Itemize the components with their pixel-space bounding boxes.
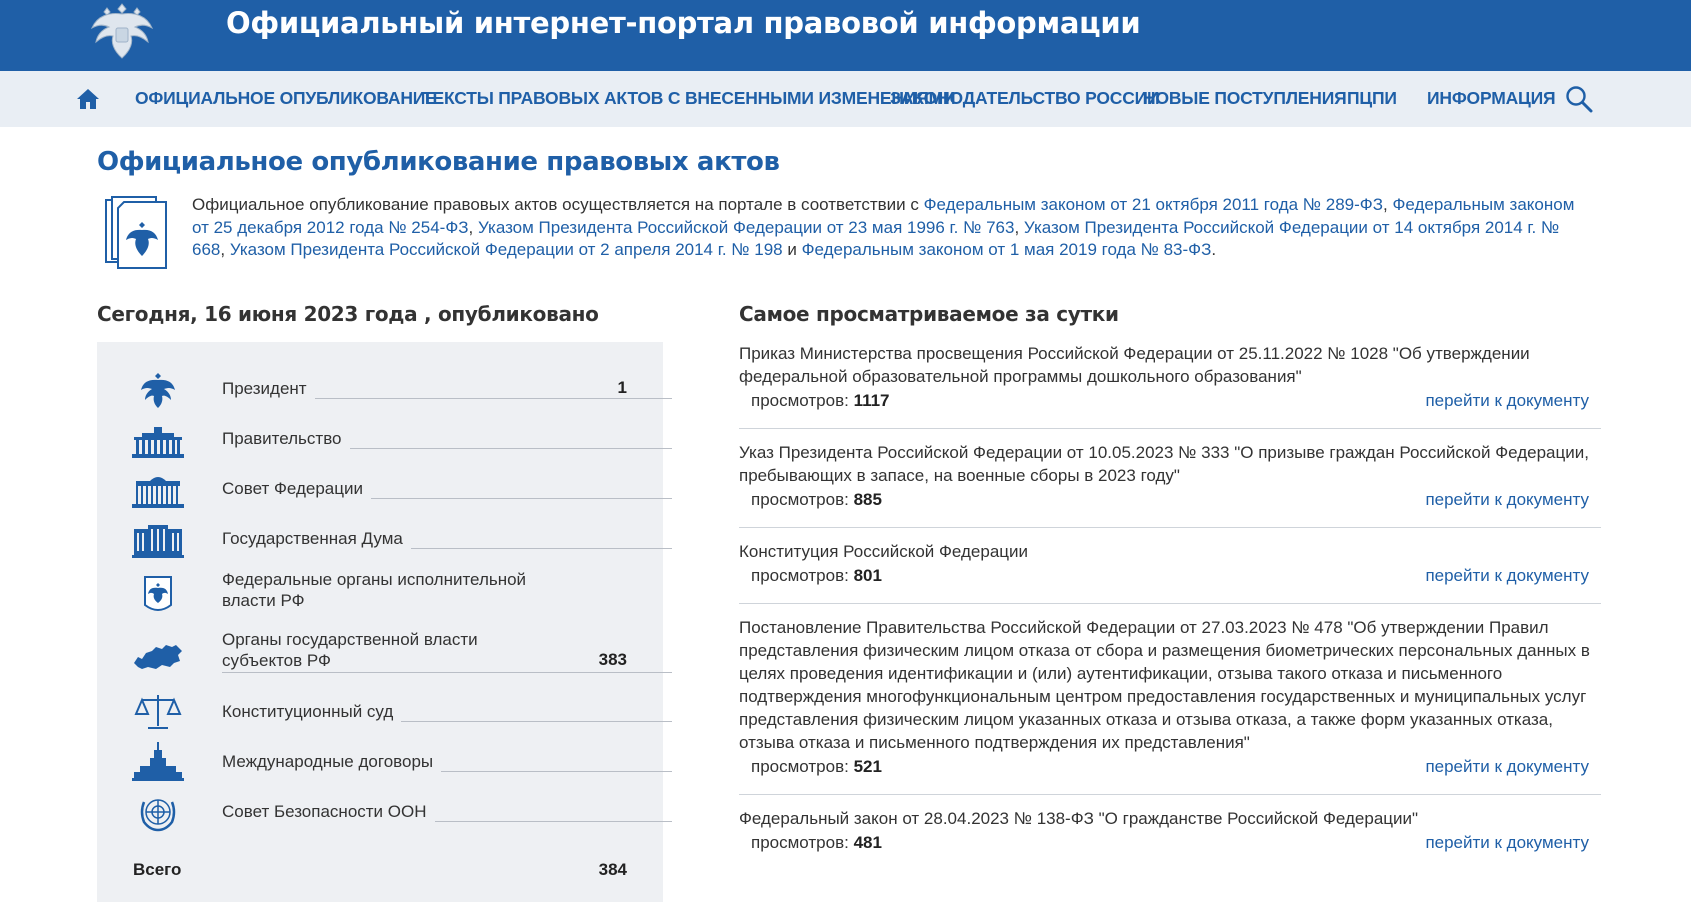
authority-row-un-security-council[interactable]: Совет Безопасности ООН — [97, 792, 672, 838]
views-count: просмотров: 885 — [751, 490, 882, 510]
scales-icon — [134, 695, 182, 729]
separator: , — [1014, 217, 1024, 237]
authority-label: Государственная Дума — [222, 528, 411, 549]
list-item: Федеральный закон от 28.04.2023 № 138-ФЗ… — [739, 807, 1601, 870]
views-count: просмотров: 481 — [751, 833, 882, 853]
views-label: просмотров: — [751, 833, 854, 852]
federation-council-building-icon — [132, 477, 184, 508]
list-item: Указ Президента Российской Федерации от … — [739, 441, 1601, 528]
document-meta: просмотров: 521 перейти к документу — [739, 756, 1601, 780]
today-title: Сегодня, 16 июня 2023 года , опубликован… — [97, 302, 599, 326]
go-to-document-link[interactable]: перейти к документу — [1425, 833, 1589, 853]
authority-row-president[interactable]: Президент 1 — [97, 369, 672, 415]
views-count: просмотров: 521 — [751, 757, 882, 777]
popular-title: Самое просматриваемое за сутки — [739, 302, 1119, 326]
authority-row-government[interactable]: Правительство — [97, 419, 672, 465]
document-title[interactable]: Федеральный закон от 28.04.2023 № 138-ФЗ… — [739, 807, 1601, 830]
nav-new-arrivals[interactable]: Новые поступления — [1143, 88, 1347, 109]
state-duma-building-icon — [132, 525, 184, 558]
un-emblem-icon — [140, 799, 176, 832]
separator: и — [782, 240, 802, 259]
authority-label: Органы государственной власти субъектов … — [222, 629, 522, 671]
separator: . — [1211, 240, 1217, 259]
main-nav: Официальное опубликование Тексты правовы… — [0, 71, 1691, 127]
law-link-289[interactable]: Федеральным законом от 21 октября 2011 г… — [924, 195, 1383, 214]
authority-row-constitutional-court[interactable]: Конституционный суд — [97, 692, 672, 738]
government-building-icon — [132, 427, 184, 458]
document-meta: просмотров: 885 перейти к документу — [739, 489, 1601, 513]
authority-count: 383 — [598, 650, 627, 669]
decree-link-763[interactable]: Указом Президента Российской Федерации о… — [478, 218, 1014, 237]
russia-map-icon — [134, 645, 182, 669]
authority-row-state-duma[interactable]: Государственная Дума — [97, 519, 672, 565]
views-value: 521 — [853, 757, 882, 776]
total-count: 384 — [598, 860, 627, 879]
authority-label: Президент — [222, 378, 315, 399]
go-to-document-link[interactable]: перейти к документу — [1425, 391, 1589, 411]
authority-row-federation-council[interactable]: Совет Федерации — [97, 469, 672, 515]
separator: , — [468, 217, 478, 237]
go-to-document-link[interactable]: перейти к документу — [1425, 566, 1589, 586]
document-title[interactable]: Указ Президента Российской Федерации от … — [739, 441, 1601, 487]
authority-row-international-treaties[interactable]: Международные договоры — [97, 742, 672, 788]
total-label: Всего — [133, 860, 182, 879]
views-value: 481 — [853, 833, 882, 852]
site-header: Официальный интернет-портал правовой инф… — [0, 0, 1691, 71]
nav-amended-texts[interactable]: Тексты правовых актов с внесенными измен… — [422, 88, 956, 109]
site-title[interactable]: Официальный интернет-портал правовой инф… — [226, 6, 1141, 40]
decree-link-198[interactable]: Указом Президента Российской Федерации о… — [230, 240, 783, 259]
document-meta: просмотров: 1117 перейти к документу — [739, 390, 1601, 414]
emblem-icon — [141, 373, 175, 408]
views-label: просмотров: — [751, 757, 854, 776]
views-value: 801 — [853, 566, 882, 585]
nav-russian-legislation[interactable]: Законодательство России — [890, 88, 1160, 109]
documents-emblem-icon — [105, 196, 167, 269]
document-meta: просмотров: 801 перейти к документу — [739, 565, 1601, 589]
nav-information[interactable]: Информация — [1427, 88, 1556, 109]
authority-label: Совет Федерации — [222, 478, 371, 499]
tower-building-icon — [132, 742, 184, 781]
intro-paragraph: Официальное опубликование правовых актов… — [192, 194, 1582, 262]
dotted-leader — [222, 672, 672, 673]
document-meta: просмотров: 481 перейти к документу — [739, 832, 1601, 856]
nav-official-publication[interactable]: Официальное опубликование — [135, 88, 437, 109]
popular-list: Приказ Министерства просвещения Российск… — [739, 342, 1601, 882]
list-item: Приказ Министерства просвещения Российск… — [739, 342, 1601, 429]
views-count: просмотров: 1117 — [751, 391, 890, 411]
views-label: просмотров: — [751, 566, 854, 585]
authority-label: Правительство — [222, 428, 350, 449]
authority-label: Конституционный суд — [222, 701, 402, 722]
separator: , — [220, 240, 230, 259]
document-title[interactable]: Приказ Министерства просвещения Российск… — [739, 342, 1601, 388]
go-to-document-link[interactable]: перейти к документу — [1425, 757, 1589, 777]
shield-emblem-icon — [144, 576, 172, 611]
authority-count: 1 — [617, 378, 627, 397]
search-icon[interactable] — [1565, 85, 1593, 113]
authority-label: Федеральные органы исполнительной власти… — [222, 569, 542, 611]
document-title[interactable]: Постановление Правительства Российской Ф… — [739, 616, 1601, 754]
views-value: 885 — [853, 490, 882, 509]
intro-text: Официальное опубликование правовых актов… — [192, 195, 924, 214]
list-item: Конституция Российской Федерации просмот… — [739, 540, 1601, 604]
views-value: 1117 — [853, 391, 890, 410]
authority-label: Международные договоры — [222, 751, 442, 772]
page-title: Официальное опубликование правовых актов — [97, 147, 780, 177]
document-title[interactable]: Конституция Российской Федерации — [739, 540, 1601, 563]
authority-row-federal-executive[interactable]: Федеральные органы исполнительной власти… — [97, 569, 663, 627]
go-to-document-link[interactable]: перейти к документу — [1425, 490, 1589, 510]
russian-emblem-logo[interactable] — [87, 0, 157, 64]
law-link-83[interactable]: Федеральным законом от 1 мая 2019 года №… — [802, 240, 1212, 259]
authority-row-subjects[interactable]: Органы государственной власти субъектов … — [97, 629, 672, 687]
views-label: просмотров: — [751, 391, 854, 410]
views-count: просмотров: 801 — [751, 566, 882, 586]
views-label: просмотров: — [751, 490, 854, 509]
list-item: Постановление Правительства Российской Ф… — [739, 616, 1601, 795]
nav-pcpi[interactable]: ПЦПИ — [1347, 88, 1397, 109]
authority-label: Совет Безопасности ООН — [222, 801, 435, 822]
home-icon[interactable] — [76, 88, 100, 110]
authorities-panel: Президент 1 Правительство Совет Федераци… — [97, 342, 672, 902]
